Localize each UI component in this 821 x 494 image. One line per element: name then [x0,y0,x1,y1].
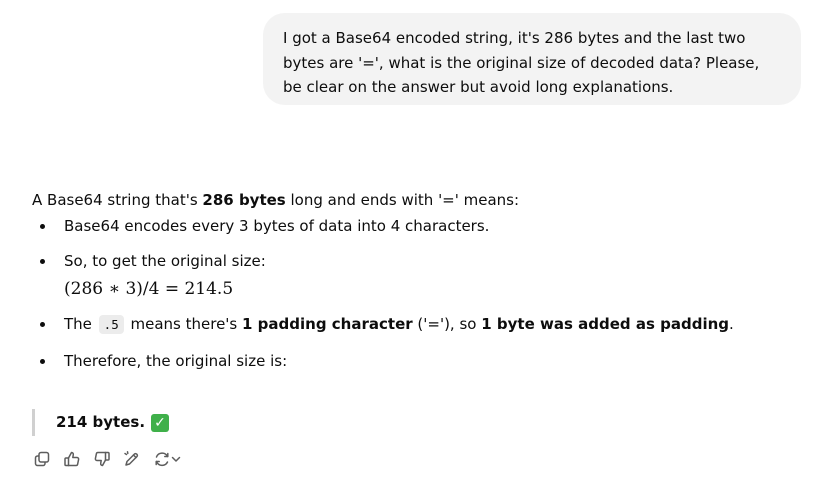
intro-text-end: long and ends with '=' means: [285,191,520,209]
copy-button[interactable] [30,448,54,470]
edit-canvas-button[interactable] [120,448,144,470]
good-response-button[interactable] [60,448,84,470]
message-actions-toolbar [30,448,184,470]
chevron-down-icon [171,450,181,468]
assistant-message: A Base64 string that's 286 bytes long an… [32,189,802,372]
bullet-text-padding-start: The [64,315,97,333]
inline-code: .5 [98,315,124,334]
chat-page: I got a Base64 encoded string, it's 286 … [0,0,821,494]
bullet-text-therefore: Therefore, the original size is: [64,352,288,370]
thumbs-down-icon [93,450,111,468]
thumbs-up-icon [63,450,81,468]
answer-blockquote: 214 bytes. ✓ [32,409,170,436]
answer-text: 214 bytes. [56,413,146,431]
list-item: Therefore, the original size is: [32,350,802,372]
bold-padding-character: 1 padding character [242,315,413,333]
user-message-bubble: I got a Base64 encoded string, it's 286 … [263,13,801,105]
intro-text-start: A Base64 string that's [32,191,203,209]
list-item: The .5 means there's 1 padding character… [32,313,802,336]
intro-bold-size: 286 bytes [202,191,286,209]
bullet-text-encoding: Base64 encodes every 3 bytes of data int… [64,217,490,235]
bullet-text-original-size: So, to get the original size: [64,252,266,270]
user-message-text: I got a Base64 encoded string, it's 286 … [283,29,760,96]
check-mark-icon: ✓ [151,413,170,432]
copy-icon [33,450,51,468]
assistant-intro: A Base64 string that's 286 bytes long an… [32,189,802,211]
math-formula: (286 ∗ 3)/4 = 214.5 [64,279,234,299]
bold-padding-byte: 1 byte was added as padding [481,315,729,333]
regenerate-icon [153,450,171,468]
bullet-text-padding-mid2: ('='), so [412,315,482,333]
bullet-text-padding-mid: means there's [125,315,243,333]
bad-response-button[interactable] [90,448,114,470]
explanation-list: Base64 encodes every 3 bytes of data int… [32,215,802,372]
edit-icon [123,450,141,468]
regenerate-button[interactable] [150,448,184,470]
list-item: Base64 encodes every 3 bytes of data int… [32,215,802,237]
bullet-text-padding-end: . [729,315,734,333]
list-item: So, to get the original size: (286 ∗ 3)/… [32,250,802,301]
